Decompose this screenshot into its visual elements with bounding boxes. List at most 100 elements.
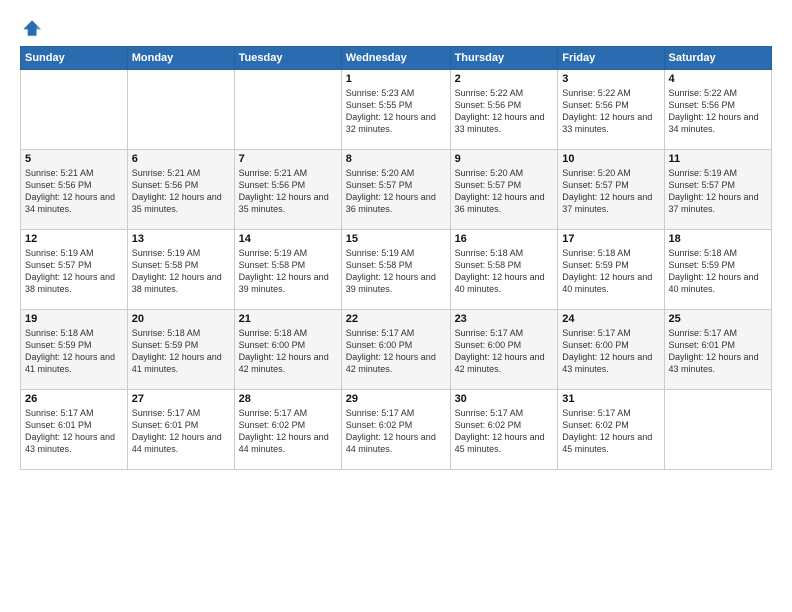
calendar-cell: 6 Sunrise: 5:21 AM Sunset: 5:56 PM Daylig… [127, 150, 234, 230]
calendar-cell: 26 Sunrise: 5:17 AM Sunset: 6:01 PM Dayli… [21, 390, 128, 470]
calendar-cell: 2 Sunrise: 5:22 AM Sunset: 5:56 PM Daylig… [450, 70, 558, 150]
day-info: Sunrise: 5:23 AM Sunset: 5:55 PM Dayligh… [346, 87, 446, 136]
day-info: Sunrise: 5:22 AM Sunset: 5:56 PM Dayligh… [562, 87, 659, 136]
calendar-cell [127, 70, 234, 150]
day-info: Sunrise: 5:19 AM Sunset: 5:58 PM Dayligh… [239, 247, 337, 296]
calendar-cell: 20 Sunrise: 5:18 AM Sunset: 5:59 PM Dayli… [127, 310, 234, 390]
day-header-monday: Monday [127, 47, 234, 70]
day-info: Sunrise: 5:20 AM Sunset: 5:57 PM Dayligh… [562, 167, 659, 216]
day-header-sunday: Sunday [21, 47, 128, 70]
logo-icon [20, 16, 42, 38]
day-number: 17 [562, 233, 659, 245]
day-info: Sunrise: 5:18 AM Sunset: 5:59 PM Dayligh… [669, 247, 767, 296]
day-number: 9 [455, 153, 554, 165]
day-number: 10 [562, 153, 659, 165]
day-number: 5 [25, 153, 123, 165]
day-info: Sunrise: 5:19 AM Sunset: 5:58 PM Dayligh… [132, 247, 230, 296]
day-number: 14 [239, 233, 337, 245]
day-number: 24 [562, 313, 659, 325]
day-info: Sunrise: 5:21 AM Sunset: 5:56 PM Dayligh… [132, 167, 230, 216]
day-number: 18 [669, 233, 767, 245]
day-info: Sunrise: 5:18 AM Sunset: 5:59 PM Dayligh… [562, 247, 659, 296]
calendar-cell: 30Sunrise: 5:17 AM Sunset: 6:02 PM Dayli… [450, 390, 558, 470]
calendar-cell: 13 Sunrise: 5:19 AM Sunset: 5:58 PM Dayli… [127, 230, 234, 310]
page: SundayMondayTuesdayWednesdayThursdayFrid… [0, 0, 792, 480]
day-number: 12 [25, 233, 123, 245]
calendar-cell: 9 Sunrise: 5:20 AM Sunset: 5:57 PM Daylig… [450, 150, 558, 230]
calendar-cell: 14 Sunrise: 5:19 AM Sunset: 5:58 PM Dayli… [234, 230, 341, 310]
day-info: Sunrise: 5:18 AM Sunset: 5:58 PM Dayligh… [455, 247, 554, 296]
calendar-cell: 21 Sunrise: 5:18 AM Sunset: 6:00 PM Dayli… [234, 310, 341, 390]
day-info: Sunrise: 5:17 AM Sunset: 6:01 PM Dayligh… [25, 407, 123, 456]
day-number: 28 [239, 393, 337, 405]
day-number: 16 [455, 233, 554, 245]
calendar-cell: 10 Sunrise: 5:20 AM Sunset: 5:57 PM Dayli… [558, 150, 664, 230]
day-info: Sunrise: 5:17 AM Sunset: 6:02 PM Dayligh… [239, 407, 337, 456]
day-header-friday: Friday [558, 47, 664, 70]
week-row-1: 1 Sunrise: 5:23 AM Sunset: 5:55 PM Daylig… [21, 70, 772, 150]
calendar-cell [21, 70, 128, 150]
day-info: Sunrise: 5:18 AM Sunset: 5:59 PM Dayligh… [132, 327, 230, 376]
day-number: 1 [346, 73, 446, 85]
calendar-cell: 12Sunrise: 5:19 AM Sunset: 5:57 PM Dayli… [21, 230, 128, 310]
day-info: Sunrise: 5:22 AM Sunset: 5:56 PM Dayligh… [669, 87, 767, 136]
day-info: Sunrise: 5:22 AM Sunset: 5:56 PM Dayligh… [455, 87, 554, 136]
calendar-cell: 16 Sunrise: 5:18 AM Sunset: 5:58 PM Dayli… [450, 230, 558, 310]
day-info: Sunrise: 5:20 AM Sunset: 5:57 PM Dayligh… [455, 167, 554, 216]
calendar-cell: 19 Sunrise: 5:18 AM Sunset: 5:59 PM Dayli… [21, 310, 128, 390]
day-number: 3 [562, 73, 659, 85]
day-number: 8 [346, 153, 446, 165]
day-info: Sunrise: 5:18 AM Sunset: 5:59 PM Dayligh… [25, 327, 123, 376]
calendar-cell: 25Sunrise: 5:17 AM Sunset: 6:01 PM Dayli… [664, 310, 771, 390]
day-number: 26 [25, 393, 123, 405]
header [20, 16, 772, 38]
day-info: Sunrise: 5:21 AM Sunset: 5:56 PM Dayligh… [25, 167, 123, 216]
day-header-tuesday: Tuesday [234, 47, 341, 70]
calendar-cell: 3 Sunrise: 5:22 AM Sunset: 5:56 PM Daylig… [558, 70, 664, 150]
calendar-cell [664, 390, 771, 470]
day-number: 20 [132, 313, 230, 325]
day-number: 6 [132, 153, 230, 165]
day-info: Sunrise: 5:17 AM Sunset: 6:00 PM Dayligh… [455, 327, 554, 376]
calendar-cell: 22Sunrise: 5:17 AM Sunset: 6:00 PM Dayli… [341, 310, 450, 390]
day-info: Sunrise: 5:17 AM Sunset: 6:02 PM Dayligh… [562, 407, 659, 456]
week-row-4: 19 Sunrise: 5:18 AM Sunset: 5:59 PM Dayli… [21, 310, 772, 390]
logo [20, 16, 44, 38]
calendar-cell: 8 Sunrise: 5:20 AM Sunset: 5:57 PM Daylig… [341, 150, 450, 230]
calendar-cell: 17 Sunrise: 5:18 AM Sunset: 5:59 PM Dayli… [558, 230, 664, 310]
day-number: 21 [239, 313, 337, 325]
calendar-cell: 7 Sunrise: 5:21 AM Sunset: 5:56 PM Daylig… [234, 150, 341, 230]
calendar-cell: 11Sunrise: 5:19 AM Sunset: 5:57 PM Dayli… [664, 150, 771, 230]
day-number: 31 [562, 393, 659, 405]
calendar-table: SundayMondayTuesdayWednesdayThursdayFrid… [20, 46, 772, 470]
day-number: 22 [346, 313, 446, 325]
day-info: Sunrise: 5:19 AM Sunset: 5:58 PM Dayligh… [346, 247, 446, 296]
header-row: SundayMondayTuesdayWednesdayThursdayFrid… [21, 47, 772, 70]
day-number: 11 [669, 153, 767, 165]
week-row-2: 5 Sunrise: 5:21 AM Sunset: 5:56 PM Daylig… [21, 150, 772, 230]
calendar-cell [234, 70, 341, 150]
calendar-cell: 28 Sunrise: 5:17 AM Sunset: 6:02 PM Dayli… [234, 390, 341, 470]
day-info: Sunrise: 5:18 AM Sunset: 6:00 PM Dayligh… [239, 327, 337, 376]
day-number: 13 [132, 233, 230, 245]
day-header-wednesday: Wednesday [341, 47, 450, 70]
day-info: Sunrise: 5:20 AM Sunset: 5:57 PM Dayligh… [346, 167, 446, 216]
calendar-cell: 31 Sunrise: 5:17 AM Sunset: 6:02 PM Dayli… [558, 390, 664, 470]
day-info: Sunrise: 5:21 AM Sunset: 5:56 PM Dayligh… [239, 167, 337, 216]
calendar-cell: 27 Sunrise: 5:17 AM Sunset: 6:01 PM Dayli… [127, 390, 234, 470]
day-info: Sunrise: 5:17 AM Sunset: 6:02 PM Dayligh… [455, 407, 554, 456]
day-number: 15 [346, 233, 446, 245]
week-row-5: 26 Sunrise: 5:17 AM Sunset: 6:01 PM Dayli… [21, 390, 772, 470]
day-header-thursday: Thursday [450, 47, 558, 70]
day-number: 27 [132, 393, 230, 405]
day-number: 7 [239, 153, 337, 165]
calendar-cell: 24Sunrise: 5:17 AM Sunset: 6:00 PM Dayli… [558, 310, 664, 390]
calendar-cell: 1 Sunrise: 5:23 AM Sunset: 5:55 PM Daylig… [341, 70, 450, 150]
calendar-cell: 15 Sunrise: 5:19 AM Sunset: 5:58 PM Dayli… [341, 230, 450, 310]
calendar-cell: 23Sunrise: 5:17 AM Sunset: 6:00 PM Dayli… [450, 310, 558, 390]
day-info: Sunrise: 5:17 AM Sunset: 6:01 PM Dayligh… [132, 407, 230, 456]
day-number: 4 [669, 73, 767, 85]
day-number: 2 [455, 73, 554, 85]
day-info: Sunrise: 5:17 AM Sunset: 6:02 PM Dayligh… [346, 407, 446, 456]
day-number: 19 [25, 313, 123, 325]
